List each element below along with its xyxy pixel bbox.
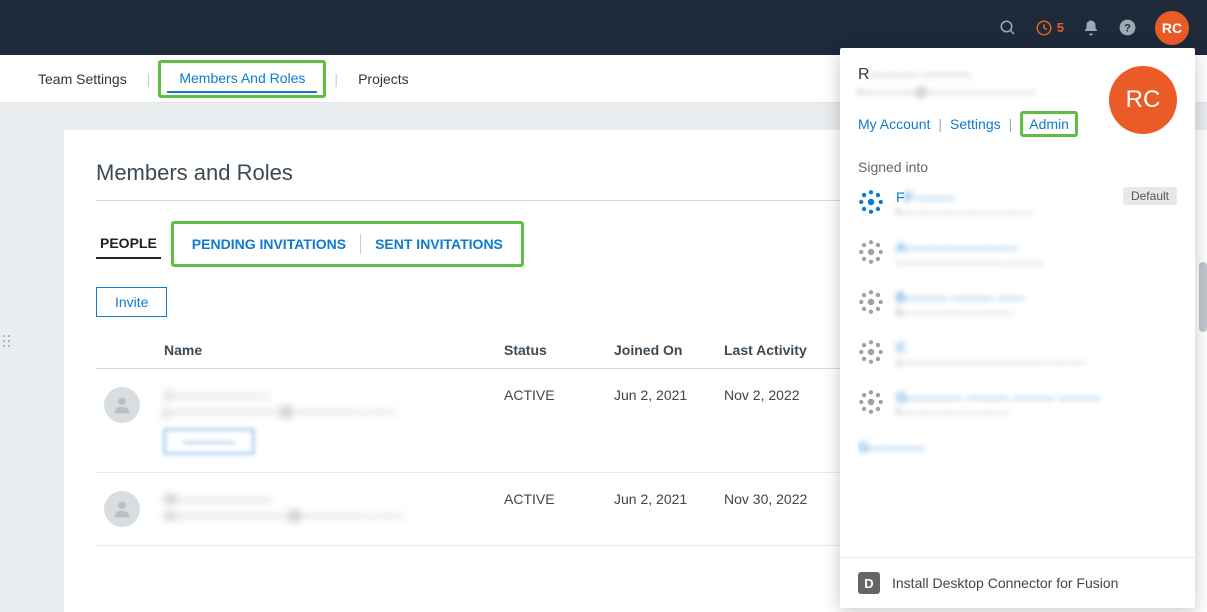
- tab-team-settings[interactable]: Team Settings: [26, 55, 139, 102]
- bell-icon[interactable]: [1082, 19, 1100, 37]
- hub-sub: c————————————.———: [896, 355, 1085, 369]
- member-avatar: [104, 491, 140, 527]
- hub-icon: [858, 389, 884, 415]
- col-name[interactable]: Name: [156, 332, 496, 369]
- avatar-menu-trigger[interactable]: RC: [1155, 11, 1189, 45]
- install-desktop-connector[interactable]: D Install Desktop Connector for Fusion: [840, 557, 1195, 608]
- link-my-account[interactable]: My Account: [858, 116, 930, 132]
- hub-item[interactable]: G————: [858, 435, 1177, 459]
- drag-handle[interactable]: [0, 332, 13, 350]
- member-joined: Jun 2, 2021: [606, 369, 716, 473]
- hub-item[interactable]: G———— ——— ——— ——— f——————.———: [858, 385, 1177, 423]
- link-separator: |: [1009, 116, 1013, 132]
- hub-icon: [858, 289, 884, 315]
- help-icon[interactable]: ?: [1118, 18, 1137, 37]
- link-admin[interactable]: Admin: [1029, 116, 1069, 132]
- member-email: m————————@—————.——: [164, 507, 488, 523]
- hub-item[interactable]: A———————— —————————.———: [858, 235, 1177, 273]
- search-icon[interactable]: [999, 19, 1017, 37]
- hub-name: FF———: [896, 189, 1035, 205]
- hub-item[interactable]: B——— ——— —— b——————.———: [858, 285, 1177, 323]
- invite-button[interactable]: Invite: [96, 287, 167, 317]
- subtab-separator: [360, 234, 361, 254]
- link-separator: |: [938, 116, 942, 132]
- hub-name: A————————: [896, 239, 1043, 255]
- member-joined: Jun 2, 2021: [606, 473, 716, 546]
- nav-separator: |: [334, 71, 338, 87]
- profile-panel: R——— ——— r————@—————.——— My Account | Se…: [840, 48, 1195, 608]
- install-icon: D: [858, 572, 880, 594]
- member-email: j————————@—————.——: [164, 403, 488, 419]
- link-settings[interactable]: Settings: [950, 116, 1001, 132]
- hub-icon: [858, 239, 884, 265]
- subtab-sent-invitations[interactable]: SENT INVITATIONS: [371, 230, 507, 258]
- highlight-admin-link: Admin: [1020, 111, 1078, 137]
- hub-sub: b——————.———: [896, 305, 1025, 319]
- hub-icon: [858, 339, 884, 365]
- col-avatar: [96, 332, 156, 369]
- nav-separator: |: [147, 71, 151, 87]
- hub-name: G————: [858, 439, 925, 455]
- subtab-people[interactable]: PEOPLE: [96, 229, 161, 259]
- svg-text:?: ?: [1124, 22, 1131, 34]
- member-status: ACTIVE: [496, 369, 606, 473]
- profile-email: r————@—————.———: [858, 84, 1095, 99]
- hub-name: C: [896, 339, 1085, 355]
- highlight-invitation-tabs: PENDING INVITATIONS SENT INVITATIONS: [171, 221, 524, 267]
- topbar: 5 ? RC: [0, 0, 1207, 55]
- member-status: ACTIVE: [496, 473, 606, 546]
- member-action-button[interactable]: ————: [164, 429, 254, 454]
- member-name: M———————: [164, 491, 488, 507]
- tab-projects[interactable]: Projects: [346, 55, 421, 102]
- hub-sub: —————————.———: [896, 255, 1043, 269]
- hub-item[interactable]: FF——— f————————.——— Default: [858, 185, 1177, 223]
- tab-members-and-roles[interactable]: Members And Roles: [167, 65, 317, 93]
- pending-jobs-icon[interactable]: 5: [1035, 19, 1064, 37]
- subtab-pending-invitations[interactable]: PENDING INVITATIONS: [188, 230, 350, 258]
- avatar-initials: RC: [1162, 20, 1182, 36]
- hub-list: FF——— f————————.——— Default A———————— ——…: [858, 185, 1177, 459]
- member-avatar: [104, 387, 140, 423]
- member-name: J———————: [164, 387, 488, 403]
- hub-item[interactable]: C c————————————.———: [858, 335, 1177, 373]
- install-label: Install Desktop Connector for Fusion: [892, 575, 1118, 591]
- profile-name: R——— ———: [858, 66, 1095, 84]
- scrollbar[interactable]: [1199, 262, 1207, 332]
- default-badge: Default: [1123, 187, 1177, 205]
- signed-into-label: Signed into: [858, 159, 1177, 175]
- profile-avatar: RC: [1109, 66, 1177, 134]
- col-status[interactable]: Status: [496, 332, 606, 369]
- hub-sub: f————————.———: [896, 205, 1035, 219]
- highlight-members-tab: Members And Roles: [158, 60, 326, 98]
- col-joined[interactable]: Joined On: [606, 332, 716, 369]
- pending-jobs-count: 5: [1057, 20, 1064, 35]
- hub-name: G———— ——— ——— ———: [896, 389, 1101, 405]
- hub-sub: f——————.———: [896, 405, 1101, 419]
- hub-icon: [858, 189, 884, 215]
- hub-name: B——— ——— ——: [896, 289, 1025, 305]
